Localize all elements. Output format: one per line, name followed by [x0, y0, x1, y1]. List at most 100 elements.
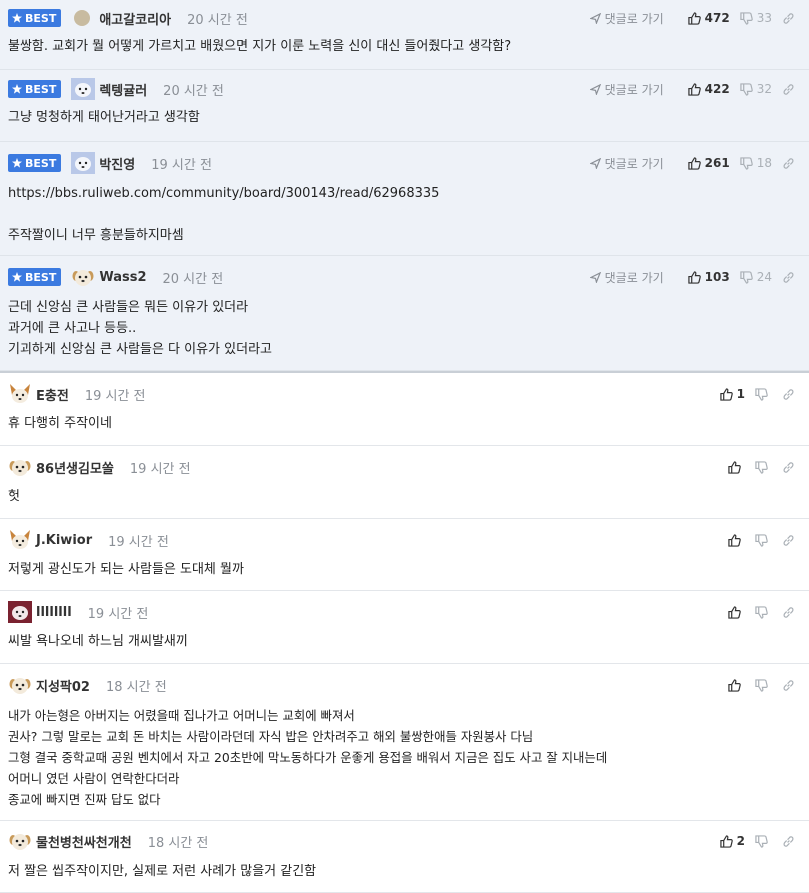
best-badge: BEST — [8, 154, 62, 172]
dislike-button[interactable]: 24 — [740, 270, 772, 284]
comment-actions: 댓글로 가기 422 32 — [589, 81, 799, 98]
timestamp: 18 시간 전 — [147, 835, 209, 851]
like-button[interactable]: 472 — [687, 11, 730, 25]
comment-actions: 댓글로 가기 472 33 — [589, 10, 799, 27]
dislike-button[interactable] — [755, 605, 772, 619]
link-button[interactable] — [782, 388, 799, 401]
nickname[interactable]: 렉텡귤러 — [99, 80, 147, 99]
dislike-button[interactable] — [755, 460, 772, 474]
comment-header: BEST 박진영 19 시간 전 댓글로 가기 261 18 — [8, 152, 799, 174]
goto-reply-link[interactable]: 댓글로 가기 — [589, 155, 664, 172]
comment-item: 물천병천싸천개천 18 시간 전 2 저 짤은 씹주작이지만, 실제로 저런 사… — [0, 821, 809, 893]
puppy-avatar[interactable] — [8, 674, 32, 696]
link-icon — [783, 606, 794, 618]
comment-text: 저 짤은 씹주작이지만, 실제로 저런 사례가 많을거 같긴함 — [8, 864, 317, 879]
best-badge: BEST — [8, 80, 62, 98]
like-button[interactable]: 1 — [719, 387, 745, 401]
thumbs-down-icon — [755, 460, 768, 474]
send-arrow-icon — [589, 83, 601, 95]
like-button[interactable]: 422 — [687, 82, 730, 96]
like-button[interactable] — [728, 533, 745, 547]
link-button[interactable] — [782, 534, 799, 547]
nickname[interactable]: J.Kiwior — [36, 533, 92, 548]
link-button[interactable] — [782, 835, 799, 848]
nickname[interactable]: 86년생김모쏠 — [36, 458, 114, 477]
best-comment: BEST 애고갈코리아 20 시간 전 댓글로 가기 472 33 불쌍함. 교… — [0, 0, 809, 70]
dislike-button[interactable]: 18 — [740, 156, 772, 170]
comment-actions: 댓글로 가기 261 18 — [589, 155, 799, 172]
link-icon — [783, 271, 794, 283]
white-dog-avatar[interactable] — [71, 78, 96, 100]
link-button[interactable] — [782, 461, 799, 474]
fox-avatar[interactable] — [8, 383, 32, 405]
best-comment: BEST 렉텡귤러 20 시간 전 댓글로 가기 422 32 그냥 멍청하게 … — [0, 70, 809, 142]
nickname[interactable]: 박진영 — [99, 154, 135, 173]
dislike-count: 24 — [756, 270, 772, 284]
link-icon — [783, 679, 794, 691]
comment-header: 물천병천싸천개천 18 시간 전 2 — [8, 830, 799, 852]
nickname[interactable]: E충전 — [36, 385, 69, 404]
link-button[interactable] — [782, 606, 799, 619]
best-badge: BEST — [8, 9, 62, 27]
timestamp: 19 시간 전 — [129, 461, 191, 477]
thumbs-up-icon — [728, 605, 741, 619]
reply-label: 댓글로 가기 — [604, 11, 664, 26]
comment-actions: 2 — [710, 834, 799, 848]
link-button[interactable] — [782, 271, 799, 284]
star-icon — [12, 84, 22, 94]
like-button[interactable] — [728, 460, 745, 474]
link-button[interactable] — [782, 83, 799, 96]
dislike-button[interactable] — [755, 533, 772, 547]
dislike-button[interactable] — [755, 678, 772, 692]
comment-actions — [718, 533, 799, 547]
like-count: 422 — [704, 82, 730, 96]
red-dog-avatar[interactable] — [8, 601, 32, 623]
thumbs-down-icon — [755, 605, 768, 619]
comment-actions: 댓글로 가기 103 24 — [589, 269, 799, 286]
thumbs-down-icon — [740, 270, 753, 284]
thumbs-down-icon — [740, 11, 753, 25]
like-button[interactable]: 103 — [687, 270, 730, 284]
link-button[interactable] — [782, 679, 799, 692]
link-button[interactable] — [782, 157, 799, 170]
send-arrow-icon — [589, 157, 601, 169]
fox-avatar[interactable] — [8, 529, 32, 551]
goto-reply-link[interactable]: 댓글로 가기 — [589, 81, 664, 98]
dislike-button[interactable] — [755, 387, 772, 401]
dislike-count: 18 — [756, 156, 772, 170]
nickname[interactable]: llllllll — [36, 605, 72, 620]
goto-reply-link[interactable]: 댓글로 가기 — [589, 269, 664, 286]
puppy-avatar[interactable] — [71, 266, 95, 288]
comment-actions: 1 — [710, 387, 799, 401]
dislike-button[interactable] — [755, 834, 772, 848]
nickname[interactable]: 지성팍02 — [36, 676, 90, 695]
comment-actions — [718, 605, 799, 619]
comment-list: BEST 애고갈코리아 20 시간 전 댓글로 가기 472 33 불쌍함. 교… — [0, 0, 809, 893]
timestamp: 19 시간 전 — [151, 157, 212, 173]
like-button[interactable]: 261 — [687, 156, 730, 170]
dislike-button[interactable]: 32 — [740, 82, 772, 96]
goto-reply-link[interactable]: 댓글로 가기 — [589, 10, 664, 27]
like-button[interactable]: 2 — [719, 834, 745, 848]
thumbs-up-icon — [719, 834, 733, 848]
like-count: 472 — [704, 11, 730, 25]
puppy-avatar[interactable] — [8, 830, 32, 852]
circle-avatar[interactable] — [71, 7, 95, 29]
thumbs-up-icon — [728, 460, 741, 474]
link-button[interactable] — [782, 12, 799, 25]
best-label: BEST — [25, 156, 57, 170]
nickname[interactable]: 애고갈코리아 — [99, 9, 171, 28]
comment-item: 86년생김모쏠 19 시간 전 헛 — [0, 446, 809, 519]
white-dog-avatar[interactable] — [71, 152, 96, 174]
send-arrow-icon — [589, 12, 601, 24]
thumbs-down-icon — [755, 678, 768, 692]
timestamp: 19 시간 전 — [87, 606, 149, 622]
puppy-avatar[interactable] — [8, 456, 32, 478]
dislike-count: 32 — [756, 82, 772, 96]
dislike-button[interactable]: 33 — [740, 11, 772, 25]
reply-label: 댓글로 가기 — [604, 82, 664, 97]
like-button[interactable] — [728, 678, 745, 692]
nickname[interactable]: 물천병천싸천개천 — [36, 832, 132, 851]
nickname[interactable]: Wass2 — [99, 270, 146, 285]
like-button[interactable] — [728, 605, 745, 619]
